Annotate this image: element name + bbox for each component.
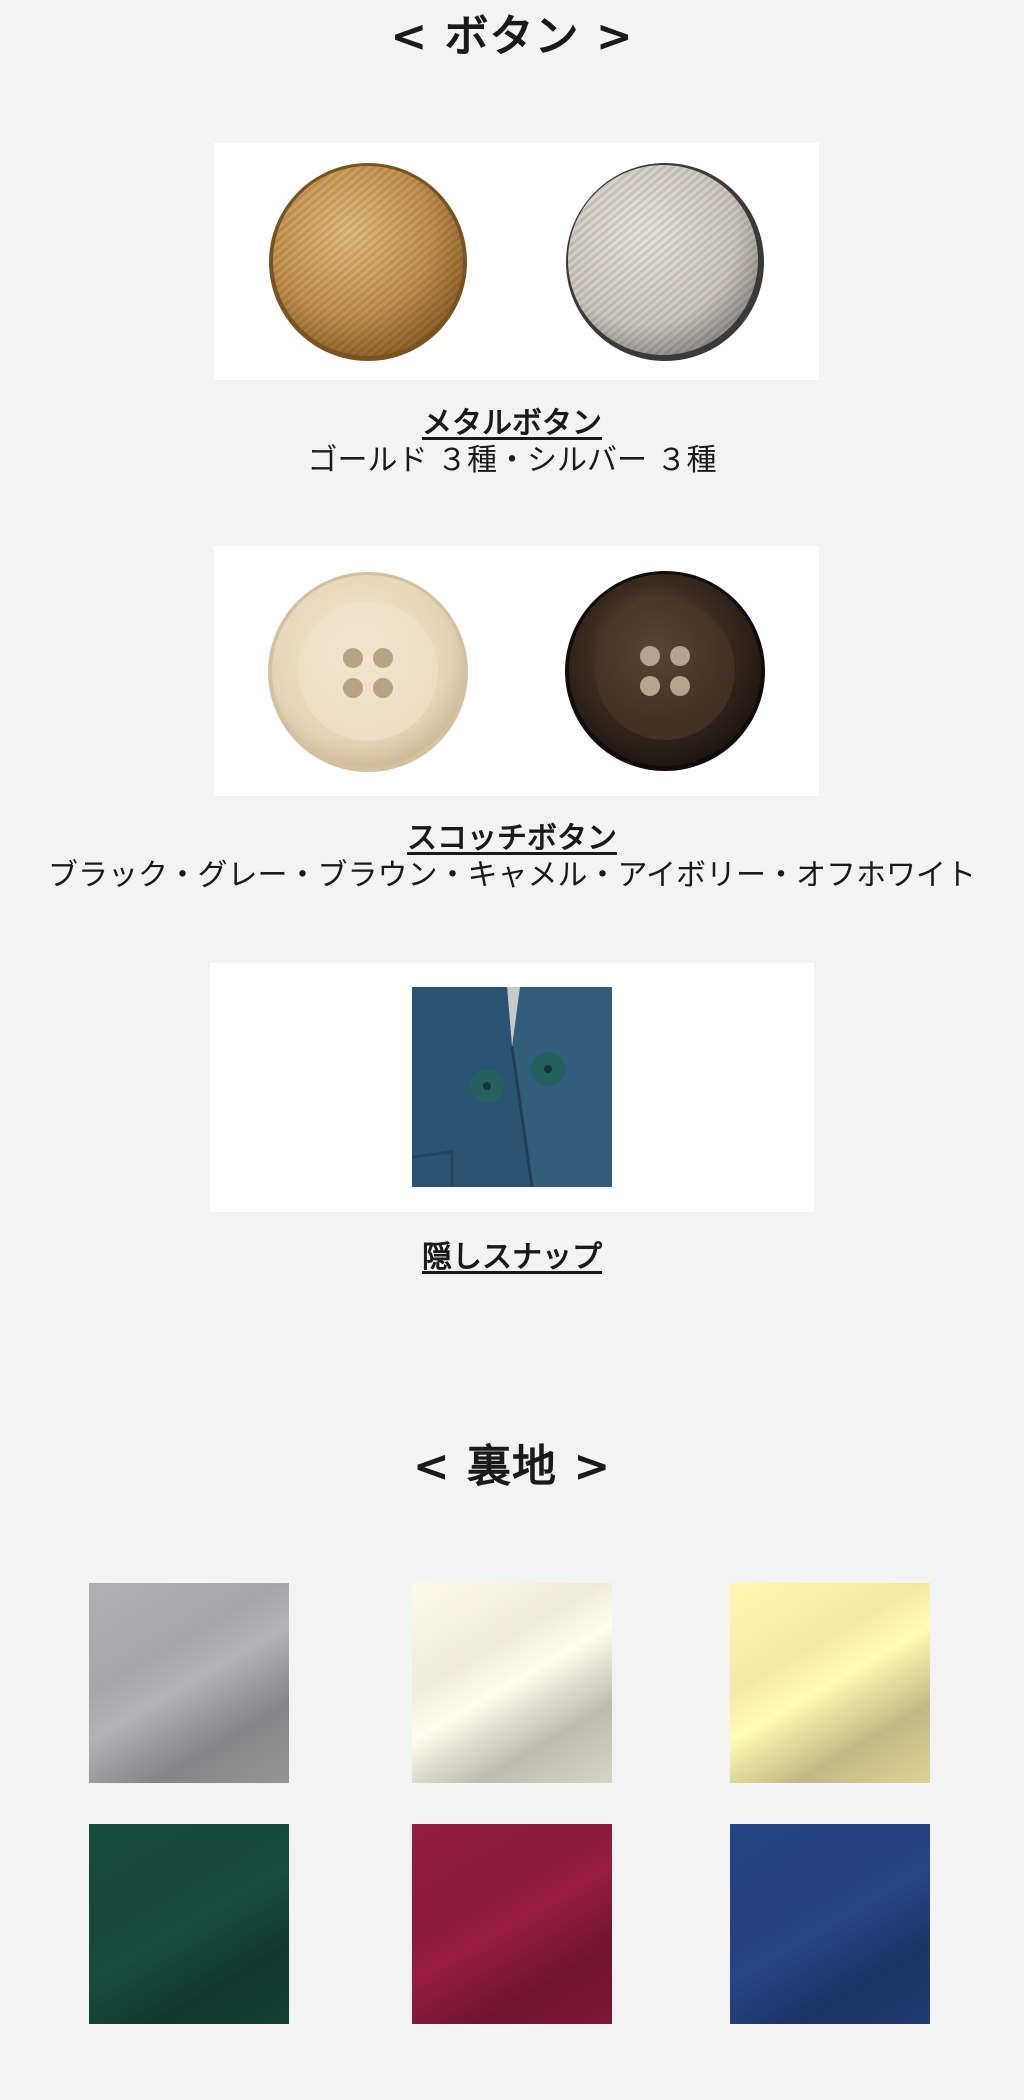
metal-button-image-panel — [214, 143, 819, 380]
ivory-scotch-button-icon — [268, 572, 468, 772]
hidden-snap-title: 隠しスナップ — [422, 1240, 602, 1275]
scotch-button-subtitle: ブラック・グレー・ブラウン・キャメル・アイボリー・オフホワイト — [48, 858, 976, 893]
scotch-button-image-panel — [214, 546, 819, 796]
yellow-lining-swatch — [730, 1583, 930, 1783]
hidden-snap-image-panel — [210, 963, 814, 1212]
navy-lining-swatch — [730, 1824, 930, 2024]
red-lining-swatch — [412, 1824, 612, 2024]
gold-metal-button-icon — [269, 163, 467, 361]
offwhite-lining-swatch — [412, 1583, 612, 1783]
hidden-snap-icon — [412, 987, 612, 1187]
lining-section-heading: < 裏地 > — [412, 1441, 612, 1492]
buttons-section-heading: < ボタン > — [390, 11, 634, 62]
brown-scotch-button-icon — [565, 571, 765, 771]
green-lining-swatch — [89, 1824, 289, 2024]
silver-metal-button-icon — [566, 163, 764, 361]
gray-lining-swatch — [89, 1583, 289, 1783]
metal-button-subtitle: ゴールド ３種・シルバー ３種 — [307, 443, 717, 478]
